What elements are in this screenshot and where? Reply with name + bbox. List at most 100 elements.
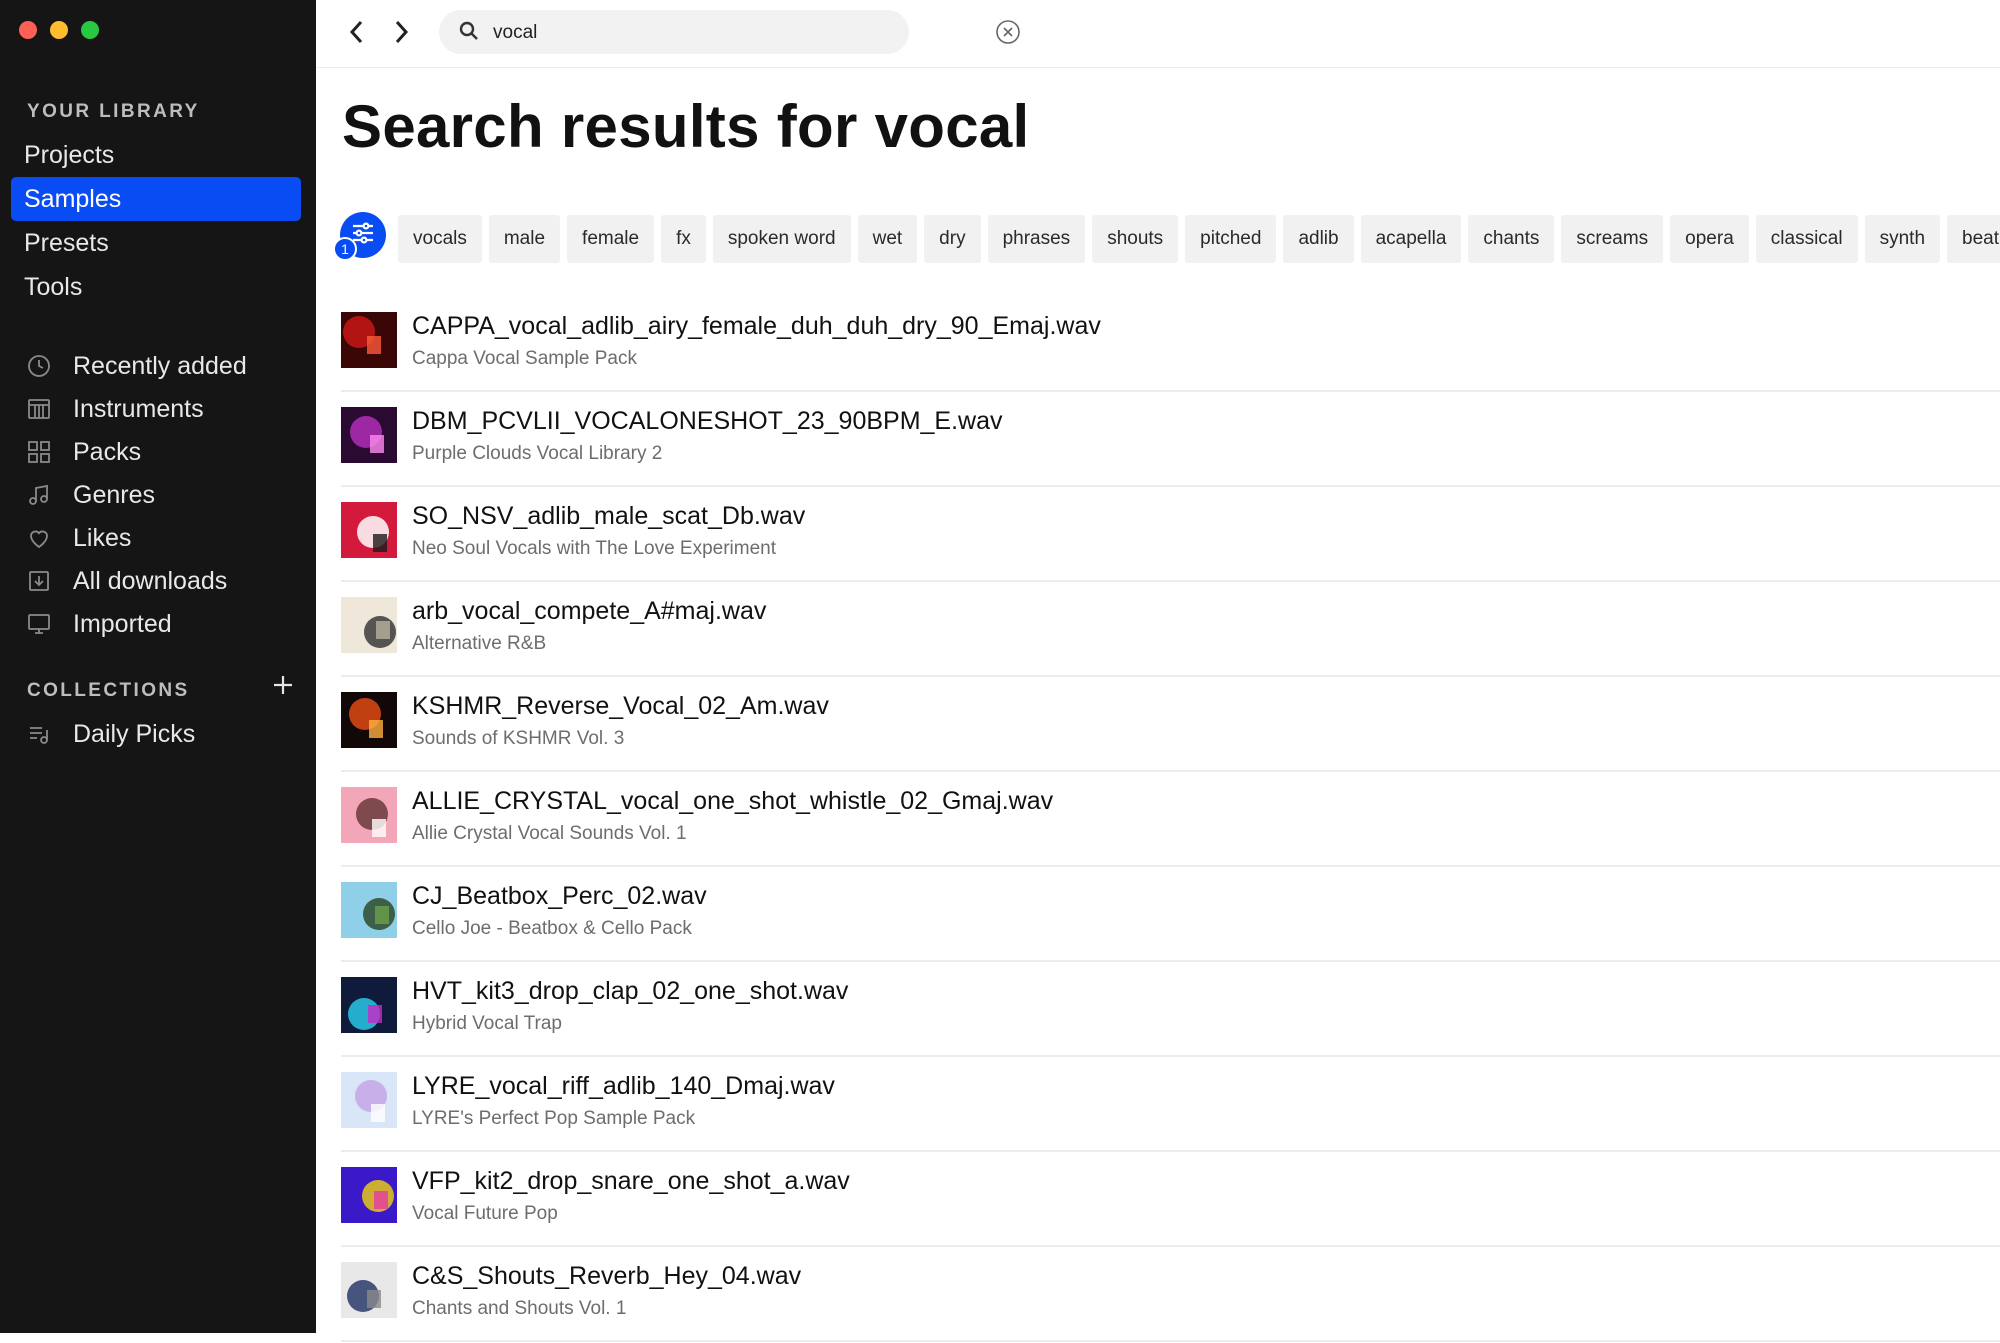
nav-item-label: Presets xyxy=(24,228,109,257)
sample-pack-name[interactable]: Purple Clouds Vocal Library 2 xyxy=(412,443,662,465)
sample-row[interactable]: ALLIE_CRYSTAL_vocal_one_shot_whistle_02_… xyxy=(341,773,2000,867)
sample-file-name: arb_vocal_compete_A#maj.wav xyxy=(412,597,767,625)
tag-chip[interactable]: adlib xyxy=(1283,215,1354,263)
sidebar: YOUR LIBRARY Projects Samples Presets To… xyxy=(0,0,316,1333)
pack-artwork xyxy=(341,312,397,368)
sample-pack-name[interactable]: Chants and Shouts Vol. 1 xyxy=(412,1298,626,1320)
heart-icon xyxy=(27,526,51,550)
sample-pack-name[interactable]: Hybrid Vocal Trap xyxy=(412,1013,562,1035)
tag-chip[interactable]: opera xyxy=(1670,215,1749,263)
sample-file-name: KSHMR_Reverse_Vocal_02_Am.wav xyxy=(412,692,829,720)
sample-row[interactable]: DBM_PCVLII_VOCALONESHOT_23_90BPM_E.wav Pu… xyxy=(341,393,2000,487)
library-item-recently-added[interactable]: Recently added xyxy=(27,345,247,387)
pack-artwork xyxy=(341,882,397,938)
back-button[interactable] xyxy=(342,18,372,50)
playlist-icon xyxy=(27,722,51,746)
sample-pack-name[interactable]: Vocal Future Pop xyxy=(412,1203,558,1225)
pack-artwork xyxy=(341,407,397,463)
sample-pack-name[interactable]: LYRE's Perfect Pop Sample Pack xyxy=(412,1108,695,1130)
library-item-imported[interactable]: Imported xyxy=(27,603,172,645)
sample-pack-name[interactable]: Neo Soul Vocals with The Love Experiment xyxy=(412,538,776,560)
sample-row[interactable]: arb_vocal_compete_A#maj.wav Alternative R… xyxy=(341,583,2000,677)
tag-chip[interactable]: shouts xyxy=(1092,215,1179,263)
zoom-window-button[interactable] xyxy=(81,21,99,39)
sample-row[interactable]: CJ_Beatbox_Perc_02.wav Cello Joe - Beatbo… xyxy=(341,868,2000,962)
minimize-window-button[interactable] xyxy=(50,21,68,39)
library-item-label: Packs xyxy=(73,437,142,466)
library-item-label: Instruments xyxy=(73,394,204,423)
library-item-label: Recently added xyxy=(73,351,247,380)
tag-chip[interactable]: acapella xyxy=(1360,215,1462,263)
chevron-left-icon xyxy=(347,19,367,50)
tag-chip[interactable]: wet xyxy=(857,215,918,263)
close-circle-icon xyxy=(995,20,1021,49)
chevron-right-icon xyxy=(391,19,411,50)
search-results-list: CAPPA_vocal_adlib_airy_female_duh_duh_dr… xyxy=(341,298,2000,1343)
close-window-button[interactable] xyxy=(19,21,37,39)
sample-row[interactable]: C&S_Shouts_Reverb_Hey_04.wav Chants and S… xyxy=(341,1248,2000,1342)
nav-item-presets[interactable]: Presets xyxy=(11,221,301,265)
sample-file-name: SO_NSV_adlib_male_scat_Db.wav xyxy=(412,502,806,530)
sample-file-name: VFP_kit2_drop_snare_one_shot_a.wav xyxy=(412,1167,850,1195)
grid-icon xyxy=(27,440,51,464)
sample-file-name: HVT_kit3_drop_clap_02_one_shot.wav xyxy=(412,977,849,1005)
tag-chip[interactable]: dry xyxy=(924,215,981,263)
library-item-likes[interactable]: Likes xyxy=(27,517,131,559)
active-filter-count-badge: 1 xyxy=(333,237,357,261)
tag-chip[interactable]: female xyxy=(567,215,655,263)
library-item-label: Genres xyxy=(73,480,155,509)
nav-item-samples[interactable]: Samples xyxy=(11,177,301,221)
library-item-genres[interactable]: Genres xyxy=(27,474,155,516)
sample-pack-name[interactable]: Alternative R&B xyxy=(412,633,546,655)
add-collection-button[interactable] xyxy=(272,674,298,700)
sample-row[interactable]: VFP_kit2_drop_snare_one_shot_a.wav Vocal … xyxy=(341,1153,2000,1247)
sample-pack-name[interactable]: Cappa Vocal Sample Pack xyxy=(412,348,637,370)
tag-chip[interactable]: phrases xyxy=(987,215,1086,263)
collection-item-daily-picks[interactable]: Daily Picks xyxy=(27,713,195,755)
tag-chip[interactable]: synth xyxy=(1864,215,1941,263)
topbar xyxy=(316,0,2000,68)
sample-row[interactable]: CAPPA_vocal_adlib_airy_female_duh_duh_dr… xyxy=(341,298,2000,392)
sample-pack-name[interactable]: Cello Joe - Beatbox & Cello Pack xyxy=(412,918,692,940)
instrument-icon xyxy=(27,397,51,421)
nav-item-tools[interactable]: Tools xyxy=(11,265,301,309)
tag-chip[interactable]: classical xyxy=(1755,215,1858,263)
pack-artwork xyxy=(341,1072,397,1128)
forward-button[interactable] xyxy=(386,18,416,50)
sample-pack-name[interactable]: Allie Crystal Vocal Sounds Vol. 1 xyxy=(412,823,687,845)
library-item-all-downloads[interactable]: All downloads xyxy=(27,560,227,602)
search-icon xyxy=(459,21,479,41)
tag-chip[interactable]: vocals xyxy=(398,215,482,263)
sample-file-name: ALLIE_CRYSTAL_vocal_one_shot_whistle_02_… xyxy=(412,787,1054,815)
window-controls xyxy=(19,21,99,39)
pack-artwork xyxy=(341,502,397,558)
music-note-icon xyxy=(27,483,51,507)
pack-artwork xyxy=(341,787,397,843)
sample-file-name: CJ_Beatbox_Perc_02.wav xyxy=(412,882,707,910)
library-item-packs[interactable]: Packs xyxy=(27,431,141,473)
pack-artwork xyxy=(341,977,397,1033)
collection-item-label: Daily Picks xyxy=(73,719,196,748)
monitor-icon xyxy=(27,612,51,636)
tag-chip[interactable]: pitched xyxy=(1185,215,1277,263)
tag-chip[interactable]: screams xyxy=(1561,215,1664,263)
sample-row[interactable]: SO_NSV_adlib_male_scat_Db.wav Neo Soul Vo… xyxy=(341,488,2000,582)
tag-chip[interactable]: beatb xyxy=(1947,215,2000,263)
library-item-instruments[interactable]: Instruments xyxy=(27,388,204,430)
pack-artwork xyxy=(341,1262,397,1318)
tag-filter-list: vocals male female fx spoken word wet dry phras… xyxy=(398,215,2000,265)
sample-row[interactable]: LYRE_vocal_riff_adlib_140_Dmaj.wav LYRE's… xyxy=(341,1058,2000,1152)
library-item-label: All downloads xyxy=(73,566,228,595)
sample-pack-name[interactable]: Sounds of KSHMR Vol. 3 xyxy=(412,728,624,750)
page-title: Search results for vocal xyxy=(342,93,1030,160)
tag-chip[interactable]: male xyxy=(488,215,561,263)
nav-item-label: Samples xyxy=(24,184,122,213)
nav-item-projects[interactable]: Projects xyxy=(11,133,301,177)
clear-search-button[interactable] xyxy=(995,19,1021,45)
tag-chip[interactable]: fx xyxy=(661,215,706,263)
sample-row[interactable]: KSHMR_Reverse_Vocal_02_Am.wav Sounds of K… xyxy=(341,678,2000,772)
search-input[interactable] xyxy=(491,18,825,48)
sample-row[interactable]: HVT_kit3_drop_clap_02_one_shot.wav Hybrid… xyxy=(341,963,2000,1057)
tag-chip[interactable]: spoken word xyxy=(712,215,851,263)
tag-chip[interactable]: chants xyxy=(1468,215,1555,263)
